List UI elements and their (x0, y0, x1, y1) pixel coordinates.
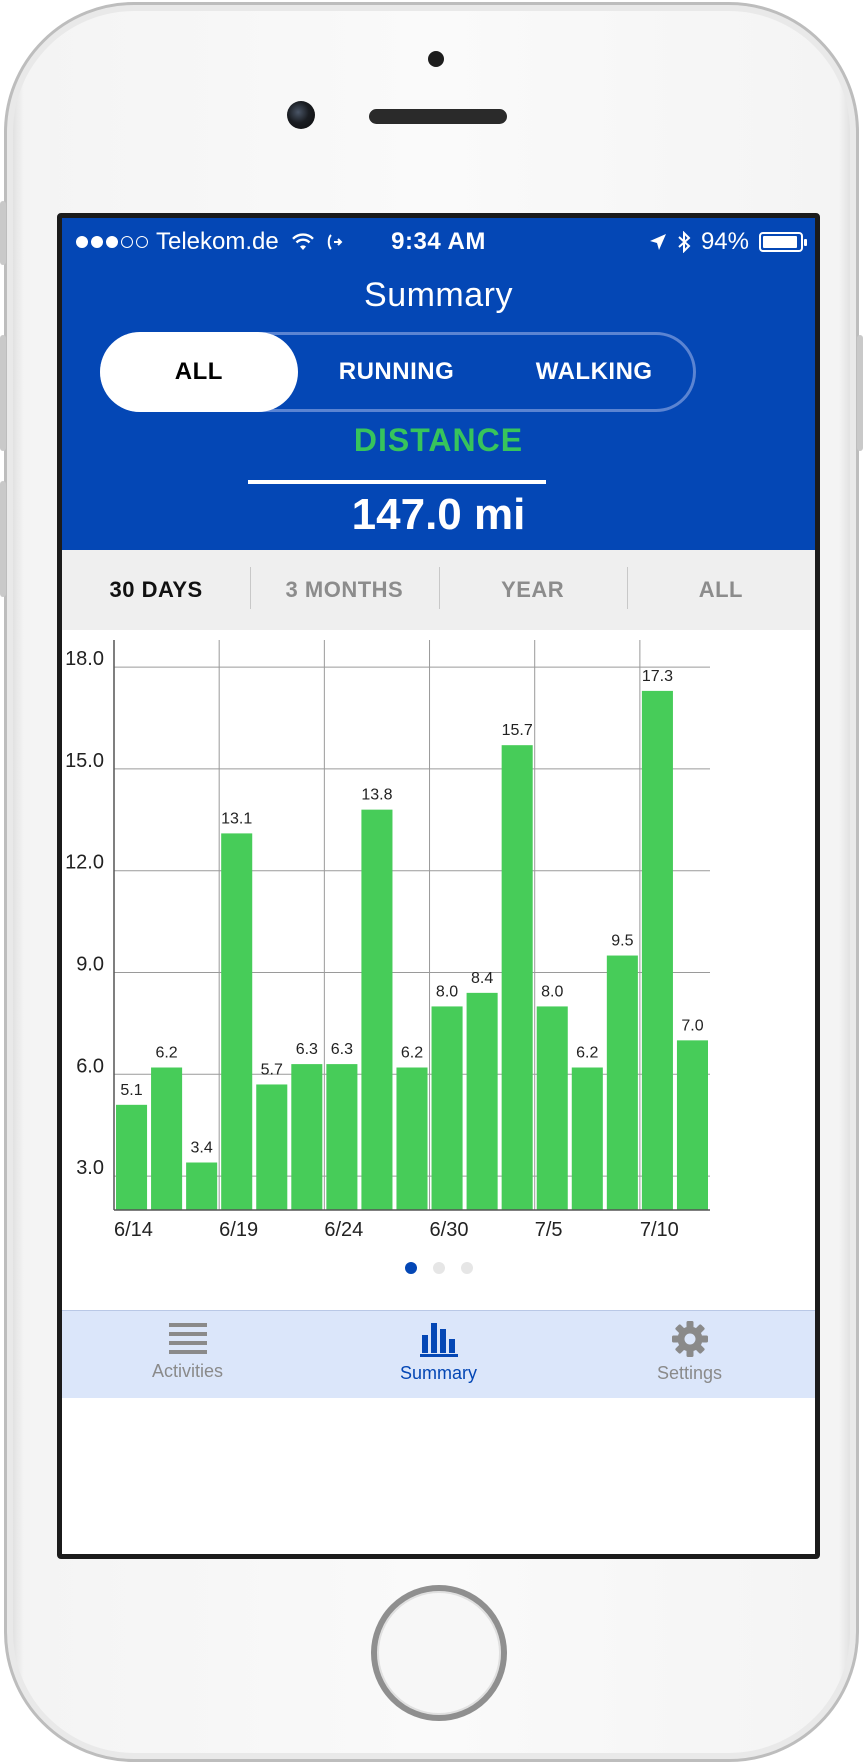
volume-down-button (0, 481, 6, 597)
range-year[interactable]: YEAR (438, 567, 627, 609)
range-3-months[interactable]: 3 MONTHS (250, 567, 438, 609)
x-tick-label: 7/5 (535, 1219, 563, 1241)
y-tick-label: 3.0 (76, 1157, 104, 1179)
range-all[interactable]: ALL (626, 567, 815, 609)
battery-icon (759, 232, 807, 252)
chart-bar (256, 1084, 288, 1210)
tab-label-activities: Activities (151, 1361, 223, 1381)
x-tick-label: 6/24 (324, 1219, 363, 1241)
bar-value-label: 5.7 (261, 1061, 283, 1078)
bar-value-label: 8.0 (541, 983, 563, 1000)
battery-percent: 94% (700, 228, 749, 255)
time-range-selector: 30 DAYS 3 MONTHS YEAR ALL (62, 550, 815, 630)
y-tick-label: 12.0 (65, 852, 104, 874)
bar-value-label: 13.8 (361, 787, 392, 804)
status-bar: Telekom.de 9:34 AM 94% (62, 218, 815, 262)
y-tick-label: 9.0 (76, 954, 104, 976)
volume-up-button (0, 335, 6, 451)
chart-bar (431, 1006, 463, 1210)
bar-value-label: 7.0 (681, 1017, 703, 1034)
x-tick-label: 6/14 (114, 1219, 153, 1241)
chart-bar (221, 833, 253, 1210)
page-indicator (62, 1262, 815, 1274)
page-dot-3[interactable] (460, 1262, 473, 1274)
bar-value-label: 15.7 (502, 722, 533, 739)
metric-value: 147.0 mi (351, 490, 526, 539)
bar-value-label: 6.2 (155, 1045, 177, 1062)
tab-label-summary: Summary (399, 1363, 477, 1383)
list-icon (168, 1323, 207, 1354)
bar-value-label: 5.1 (120, 1082, 142, 1099)
metric-label[interactable]: DISTANCE (62, 422, 815, 459)
filter-all[interactable]: ALL (100, 332, 298, 412)
distance-chart: 3.0 6.0 9.0 12.0 15.0 18.0 5.1 6.2 3.4 13.1 5.7 6.3… (62, 630, 815, 1270)
chart-bar (536, 1006, 568, 1210)
header-panel: Telekom.de 9:34 AM 94% Summary ALL RUNNI… (62, 218, 815, 598)
page-dot-2[interactable] (432, 1262, 445, 1274)
chart-bar (571, 1067, 603, 1210)
bar-value-label: 8.4 (471, 970, 493, 987)
home-button[interactable] (371, 1585, 507, 1721)
metric-underline (248, 480, 546, 484)
tab-label-settings: Settings (656, 1363, 723, 1383)
chart-bar (641, 690, 673, 1210)
proximity-sensor (428, 51, 444, 67)
bar-value-label: 3.4 (191, 1140, 213, 1157)
front-camera (287, 101, 315, 129)
x-tick-label: 6/19 (219, 1219, 258, 1241)
tab-bar: Activities Summary Settings (62, 1310, 815, 1398)
bar-value-label: 9.5 (611, 933, 633, 950)
gear-icon (671, 1321, 708, 1357)
tab-summary[interactable]: Summary (313, 1311, 564, 1398)
chart-bar (396, 1067, 428, 1210)
range-30-days[interactable]: 30 DAYS (62, 577, 250, 603)
chart-bar (116, 1104, 148, 1210)
page-dot-1[interactable] (404, 1262, 417, 1274)
power-button (857, 335, 863, 451)
chart-bar (361, 809, 393, 1210)
tab-activities[interactable]: Activities (62, 1311, 313, 1398)
bar-chart: 3.0 6.0 9.0 12.0 15.0 18.0 5.1 6.2 3.4 13.1 5.7 6.3… (65, 640, 710, 1241)
bar-value-label: 8.0 (436, 983, 458, 1000)
bar-value-label: 6.2 (576, 1045, 598, 1062)
tab-settings[interactable]: Settings (564, 1311, 815, 1398)
x-tick-label: 6/30 (430, 1219, 469, 1241)
filter-running[interactable]: RUNNING (298, 335, 496, 409)
mute-switch (0, 201, 6, 265)
chart-bar (186, 1162, 218, 1210)
bar-chart-icon (419, 1323, 458, 1357)
page-title: Summary (364, 276, 513, 314)
bar-value-label: 13.1 (221, 810, 252, 827)
chart-bar (291, 1064, 323, 1210)
y-tick-label: 15.0 (65, 750, 104, 772)
y-tick-label: 6.0 (76, 1055, 104, 1077)
earpiece-speaker (369, 109, 507, 124)
bluetooth-icon (678, 231, 691, 253)
chart-bar (466, 992, 498, 1210)
bar-value-label: 17.3 (642, 668, 673, 685)
bar-value-label: 6.3 (331, 1041, 353, 1058)
x-tick-label: 7/10 (640, 1219, 679, 1241)
chart-bar (606, 955, 638, 1210)
bar-value-label: 6.3 (296, 1041, 318, 1058)
y-tick-label: 18.0 (65, 648, 104, 670)
filter-walking[interactable]: WALKING (495, 335, 693, 409)
screen: Telekom.de 9:34 AM 94% Summary ALL RUNNI… (57, 213, 820, 1559)
chart-bar (676, 1040, 708, 1210)
chart-bar (326, 1064, 358, 1210)
chart-bar (501, 745, 533, 1210)
activity-filter: ALL RUNNING WALKING (100, 332, 696, 412)
location-arrow-icon (649, 234, 666, 250)
bar-value-label: 6.2 (401, 1045, 423, 1062)
phone-frame: Telekom.de 9:34 AM 94% Summary ALL RUNNI… (0, 2, 863, 1762)
chart-bar (151, 1067, 183, 1210)
